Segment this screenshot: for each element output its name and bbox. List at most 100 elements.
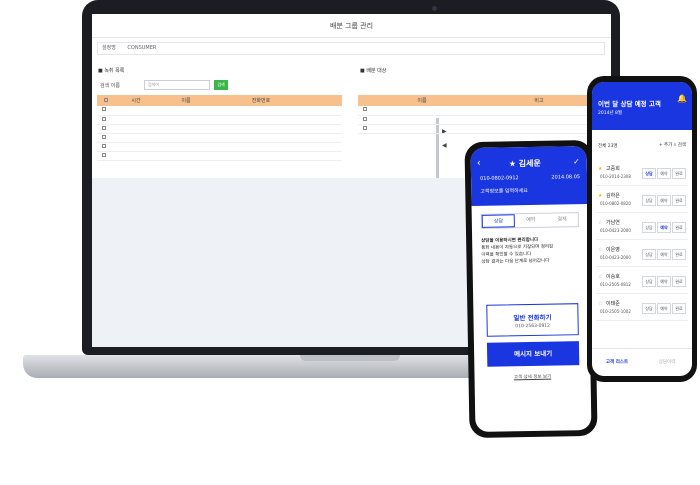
status-button[interactable]: 예약 bbox=[657, 195, 671, 206]
customer-date: 2014.08.05 bbox=[551, 174, 581, 181]
customer-memo[interactable]: 고객정보를 입력하세요 bbox=[480, 187, 528, 195]
status-button[interactable]: 완료 bbox=[672, 195, 686, 206]
search-button[interactable]: 검색 bbox=[214, 80, 228, 90]
col-note: 비고 bbox=[472, 95, 606, 106]
move-left-button[interactable]: ◀ bbox=[442, 142, 447, 149]
list-item[interactable]: ☆ 가남연 010-0423-2000 상담 예약 완료 bbox=[596, 218, 688, 240]
bell-icon[interactable]: 🔔 bbox=[677, 94, 687, 103]
status-button[interactable]: 상담 bbox=[642, 222, 656, 233]
list-controls: + 추가 ⌕ 검색 bbox=[659, 142, 686, 148]
star-icon[interactable]: ★ bbox=[598, 166, 602, 172]
search-icon[interactable]: ⌕ bbox=[674, 143, 677, 148]
row-checkbox[interactable] bbox=[102, 107, 106, 112]
status-button[interactable]: 완료 bbox=[672, 249, 686, 260]
customer-name: 이승호 bbox=[606, 274, 620, 280]
row-checkbox[interactable] bbox=[102, 152, 106, 157]
list-item[interactable]: ★ 고중희 010-2014-2308 상담 예약 완료 bbox=[596, 164, 688, 186]
status-button[interactable]: 예약 bbox=[657, 276, 671, 287]
customer-name: 고중희 bbox=[606, 166, 620, 172]
list-item[interactable]: ☆ 이은영 010-0423-2000 상담 예약 완료 bbox=[596, 245, 688, 267]
col-checkbox[interactable] bbox=[97, 95, 111, 106]
call-button[interactable]: 일반 전화하기 010-2563-0912 bbox=[486, 303, 579, 337]
right-table: 이름 비고 bbox=[358, 95, 606, 134]
call-button-label: 일반 전화하기 bbox=[513, 313, 552, 323]
back-icon[interactable]: ‹ bbox=[477, 158, 481, 169]
table-row[interactable] bbox=[358, 124, 606, 134]
row-checkbox[interactable] bbox=[102, 125, 106, 130]
search-input[interactable]: 검색어 bbox=[144, 80, 210, 90]
table-row[interactable] bbox=[97, 151, 342, 161]
customer-phone: 010-0802-0820 bbox=[600, 201, 631, 206]
col-phone: 전화번호 bbox=[211, 95, 311, 106]
status-button[interactable]: 예약 bbox=[657, 222, 671, 233]
table-row[interactable] bbox=[97, 115, 342, 125]
tab-complete[interactable]: 결제 bbox=[546, 213, 578, 227]
detail-link[interactable]: 고객 상세 정보 보기 bbox=[474, 373, 590, 381]
tab-reserve[interactable]: 예약 bbox=[515, 214, 547, 228]
status-button[interactable]: 상담 bbox=[642, 168, 656, 179]
status-button[interactable]: 상담 bbox=[642, 195, 656, 206]
table-row[interactable] bbox=[358, 115, 606, 125]
star-icon[interactable]: ☆ bbox=[598, 301, 602, 307]
filter-label: 설정명 bbox=[102, 45, 116, 51]
customer-name: 이은영 bbox=[606, 247, 620, 253]
row-checkbox[interactable] bbox=[363, 125, 367, 130]
table-row[interactable] bbox=[358, 106, 606, 116]
list-item[interactable]: ★ 김하은 010-0802-0820 상담 예약 완료 bbox=[596, 191, 688, 213]
left-table: 시간 이름 전화번호 bbox=[97, 95, 342, 161]
list-search-label[interactable]: 검색 bbox=[678, 143, 686, 148]
table-row[interactable] bbox=[97, 133, 342, 143]
row-checkbox[interactable] bbox=[102, 143, 106, 148]
star-icon[interactable]: ☆ bbox=[598, 274, 602, 280]
list-item[interactable]: ☆ 이태준 010-2505-1002 상담 예약 완료 bbox=[596, 299, 688, 321]
filter-row[interactable]: 설정명 CONSUMER bbox=[97, 42, 605, 55]
camera bbox=[432, 6, 437, 11]
list-subtitle: 2014년 8월 bbox=[598, 111, 623, 116]
phone-a-screen: ‹ ★ 김세운 ✓ 010-0802-0912 2014.08.05 고객정보를… bbox=[470, 146, 592, 432]
list-item[interactable]: ☆ 이승호 010-2505-0812 상담 예약 완료 bbox=[596, 272, 688, 294]
phone-b-screen: 이번 달 상담 예정 고객 2014년 8월 🔔 전체 23명 + 추가 ⌕ 검… bbox=[592, 82, 692, 376]
left-section-title: ■ 녹취 목록 bbox=[98, 68, 125, 74]
list-title: 이번 달 상담 예정 고객 bbox=[598, 100, 661, 108]
star-icon[interactable]: ☆ bbox=[598, 220, 602, 226]
phone-customer-detail: ‹ ★ 김세운 ✓ 010-0802-0912 2014.08.05 고객정보를… bbox=[464, 139, 598, 439]
row-checkbox[interactable] bbox=[102, 134, 106, 139]
status-button[interactable]: 완료 bbox=[672, 303, 686, 314]
call-button-number: 010-2563-0912 bbox=[515, 323, 551, 330]
status-button[interactable]: 완료 bbox=[672, 222, 686, 233]
col-time: 시간 bbox=[111, 95, 161, 106]
customer-name: 가남연 bbox=[606, 220, 620, 226]
status-button[interactable]: 상담 bbox=[642, 276, 656, 287]
status-button[interactable]: 예약 bbox=[657, 303, 671, 314]
nav-history[interactable]: 상담이력 bbox=[642, 349, 692, 376]
right-section-title: ■ 배분 대상 bbox=[360, 68, 387, 74]
table-row[interactable] bbox=[97, 142, 342, 152]
status-button[interactable]: 완료 bbox=[672, 168, 686, 179]
phone-customer-list: 이번 달 상담 예정 고객 2014년 8월 🔔 전체 23명 + 추가 ⌕ 검… bbox=[587, 76, 697, 382]
add-button[interactable]: + 추가 bbox=[659, 143, 672, 148]
laptop-notch bbox=[300, 355, 400, 361]
message-button[interactable]: 메시지 보내기 bbox=[486, 341, 580, 367]
tab-consult[interactable]: 상담 bbox=[481, 214, 516, 228]
row-checkbox[interactable] bbox=[363, 116, 367, 121]
star-icon[interactable]: ☆ bbox=[598, 247, 602, 253]
customer-phone: 010-0423-2000 bbox=[600, 228, 631, 233]
body-line: 상담 결과는 다음 단계로 넘어갑니다 bbox=[481, 258, 550, 265]
status-button[interactable]: 예약 bbox=[657, 249, 671, 260]
nav-customer-list[interactable]: 고객 리스트 bbox=[592, 349, 642, 376]
customer-phone: 010-0423-2000 bbox=[600, 255, 631, 260]
star-icon[interactable]: ★ bbox=[598, 193, 602, 199]
row-checkbox[interactable] bbox=[102, 116, 106, 121]
check-icon[interactable]: ✓ bbox=[573, 157, 580, 166]
search-select[interactable]: 이름 bbox=[111, 83, 120, 89]
status-button[interactable]: 완료 bbox=[672, 276, 686, 287]
search-control[interactable]: 검색 이름 bbox=[100, 82, 120, 89]
table-row[interactable] bbox=[97, 124, 342, 134]
status-button[interactable]: 예약 bbox=[657, 168, 671, 179]
status-button[interactable]: 상담 bbox=[642, 249, 656, 260]
customer-name: 이태준 bbox=[606, 301, 620, 307]
status-button[interactable]: 상담 bbox=[642, 303, 656, 314]
customer-phone: 010-2505-0812 bbox=[600, 282, 631, 287]
row-checkbox[interactable] bbox=[363, 107, 367, 112]
table-row[interactable] bbox=[97, 106, 342, 116]
